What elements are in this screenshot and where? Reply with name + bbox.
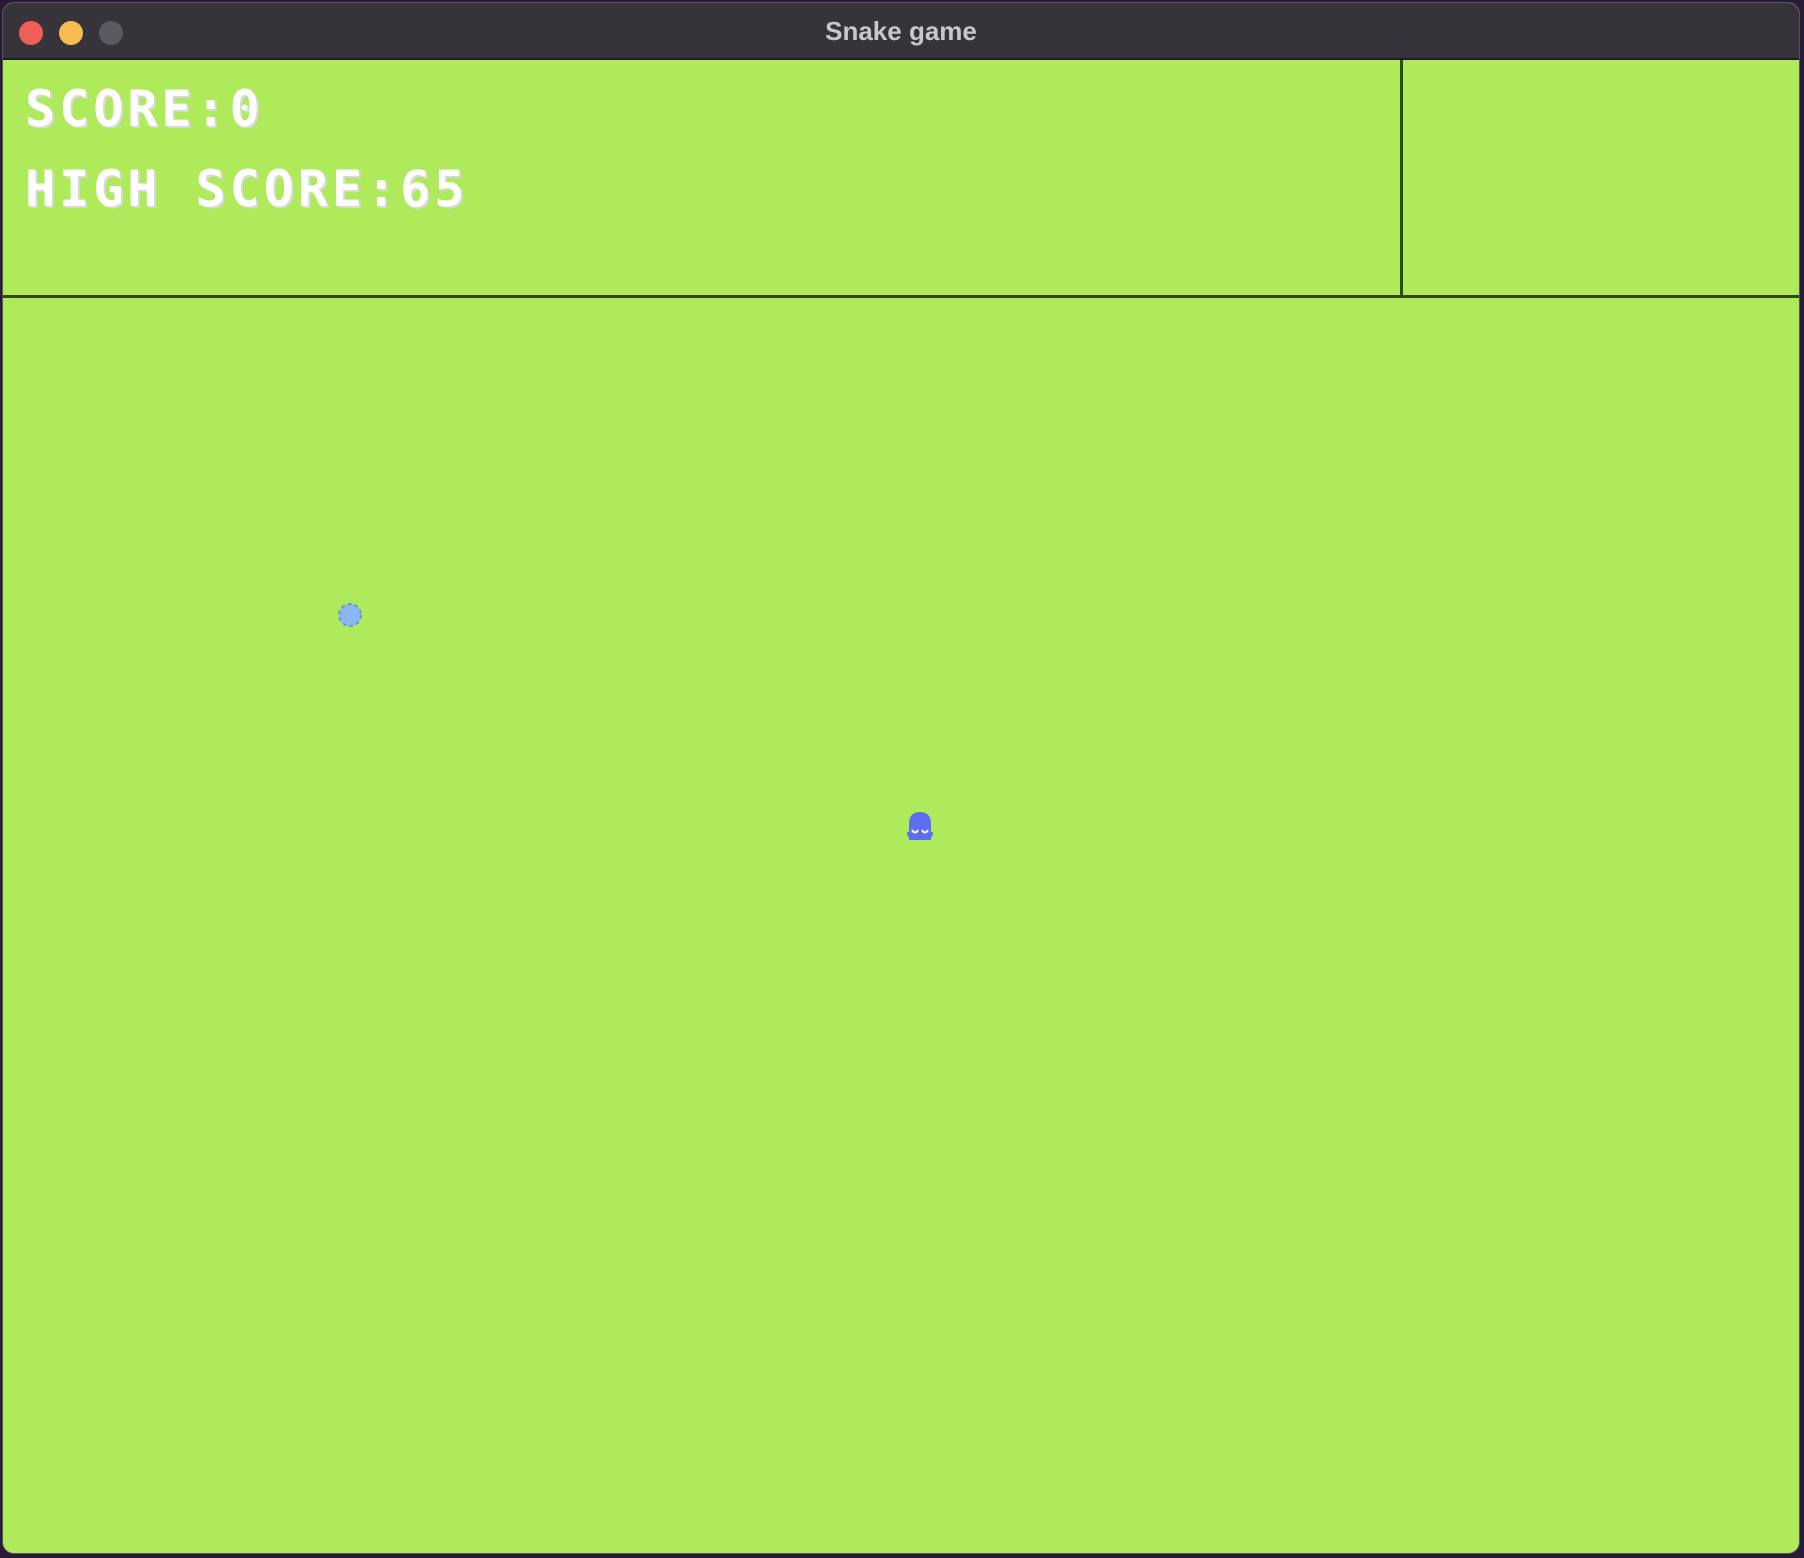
high-score-display: HIGH SCORE:65	[25, 160, 468, 218]
food-pellet-icon	[338, 603, 362, 627]
score-label: SCORE:	[25, 80, 230, 138]
score-display: SCORE:0	[25, 80, 264, 138]
snake-head-icon	[907, 812, 933, 840]
window-title: Snake game	[825, 16, 977, 46]
score-value: 0	[229, 80, 264, 138]
title-bar[interactable]: Snake game	[3, 3, 1799, 60]
hud-divider	[1400, 60, 1403, 298]
hud-panel: SCORE:0 HIGH SCORE:65	[3, 60, 1799, 298]
high-score-label: HIGH SCORE:	[25, 160, 401, 218]
game-window: Snake game SCORE:0 HIGH SCORE:65	[2, 2, 1800, 1554]
high-score-value: 65	[400, 160, 469, 218]
game-canvas[interactable]: SCORE:0 HIGH SCORE:65	[3, 60, 1799, 1553]
